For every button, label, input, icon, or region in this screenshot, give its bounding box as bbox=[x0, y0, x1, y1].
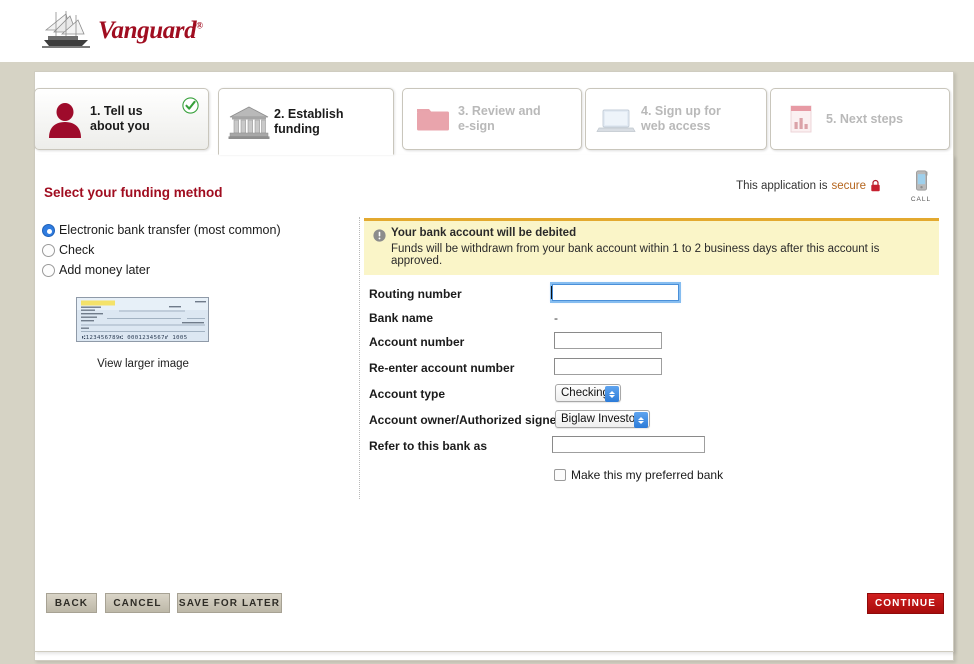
bank-name-value: - bbox=[554, 311, 558, 325]
cancel-button[interactable]: CANCEL bbox=[105, 593, 170, 613]
view-larger-image-link[interactable]: View larger image bbox=[68, 358, 218, 370]
radio-label: Check bbox=[59, 243, 95, 257]
bar-chart-document-icon bbox=[780, 98, 822, 140]
step-tab-label: 3. Review and e-sign bbox=[458, 104, 541, 134]
account-owner-label: Account owner/Authorized signer bbox=[369, 413, 562, 427]
radio-option-electronic-bank-transfer[interactable]: Electronic bank transfer (most common) bbox=[42, 220, 357, 240]
alert-title: Your bank account will be debited bbox=[391, 227, 577, 239]
chevron-updown-icon[interactable] bbox=[634, 412, 648, 428]
account-number-label: Account number bbox=[369, 335, 465, 349]
folder-icon bbox=[412, 98, 454, 140]
step-progress-tabs: 1. Tell us about you 2. Establish fundin… bbox=[34, 88, 954, 155]
step-tab-next-steps[interactable]: 5. Next steps bbox=[770, 88, 950, 150]
laptop-icon bbox=[595, 98, 637, 140]
refer-to-bank-as-input[interactable] bbox=[552, 436, 705, 453]
secure-notice-text: This application is bbox=[736, 179, 828, 192]
step-label-line2: web access bbox=[641, 119, 711, 133]
svg-text:⑆123456789⑆ 0001234567⑈ 1005: ⑆123456789⑆ 0001234567⑈ 1005 bbox=[82, 335, 187, 341]
chevron-updown-icon[interactable] bbox=[605, 386, 619, 402]
page-title: Select your funding method bbox=[44, 185, 223, 200]
step-tab-establish-funding[interactable]: 2. Establish funding bbox=[218, 88, 394, 155]
vanguard-logo[interactable]: Vanguard® bbox=[40, 10, 203, 52]
radio-label: Add money later bbox=[59, 263, 151, 277]
back-button[interactable]: BACK bbox=[46, 593, 97, 613]
step-label-line1: 4. Sign up for bbox=[641, 104, 721, 118]
preferred-bank-checkbox[interactable] bbox=[554, 469, 566, 481]
radio-option-check[interactable]: Check bbox=[42, 240, 357, 260]
exclamation-circle-icon bbox=[373, 229, 386, 242]
form-row-bank-name: Bank name - bbox=[369, 309, 944, 331]
save-for-later-button[interactable]: SAVE FOR LATER bbox=[177, 593, 282, 613]
step-tab-review-and-esign[interactable]: 3. Review and e-sign bbox=[402, 88, 582, 150]
account-type-label: Account type bbox=[369, 387, 446, 401]
routing-number-label: Routing number bbox=[369, 287, 462, 301]
bank-details-form-area: Your bank account will be debited Funds … bbox=[364, 218, 944, 482]
brand-name: Vanguard® bbox=[98, 17, 203, 44]
form-row-refer-to-bank-as: Refer to this bank as bbox=[369, 436, 944, 459]
column-divider bbox=[359, 217, 360, 499]
bank-name-label: Bank name bbox=[369, 311, 434, 325]
site-header: Vanguard® bbox=[0, 0, 974, 62]
radio-button[interactable] bbox=[42, 223, 55, 237]
step-label-line1: 2. Establish bbox=[274, 106, 344, 121]
step-tab-tell-us-about-you[interactable]: 1. Tell us about you bbox=[34, 88, 209, 150]
radio-button[interactable] bbox=[42, 263, 55, 277]
secure-link[interactable]: secure bbox=[831, 180, 866, 192]
form-row-account-type: Account type Checking bbox=[369, 384, 944, 407]
call-us-button[interactable]: CALL bbox=[906, 170, 936, 203]
step-label-line1: 3. Review and bbox=[458, 104, 541, 118]
mobile-phone-icon bbox=[915, 170, 927, 191]
text-cursor bbox=[551, 286, 552, 299]
account-owner-value: Biglaw Investor bbox=[561, 413, 639, 425]
radio-label: Electronic bank transfer (most common) bbox=[59, 223, 281, 237]
reenter-account-number-input[interactable] bbox=[554, 358, 662, 375]
step-tab-label: 4. Sign up for web access bbox=[641, 104, 721, 134]
step-label-line1: 1. Tell us bbox=[90, 104, 143, 118]
account-owner-select[interactable]: Biglaw Investor bbox=[555, 410, 650, 428]
registered-mark: ® bbox=[196, 20, 203, 31]
step-label-line2: funding bbox=[274, 121, 320, 136]
step-label-line2: about you bbox=[90, 119, 150, 133]
form-row-reenter-account-number: Re-enter account number bbox=[369, 358, 944, 381]
step-tab-sign-up-for-web-access[interactable]: 4. Sign up for web access bbox=[585, 88, 767, 150]
step-tab-label: 5. Next steps bbox=[826, 112, 903, 127]
refer-to-bank-as-label: Refer to this bank as bbox=[369, 439, 488, 453]
alert-body: Funds will be withdrawn from your bank a… bbox=[391, 243, 880, 267]
form-row-routing-number: Routing number bbox=[369, 282, 944, 307]
secure-notice: This application is secure bbox=[736, 179, 881, 192]
step-tab-label: 1. Tell us about you bbox=[90, 104, 150, 134]
sample-check-image[interactable]: ⑆123456789⑆ 0001234567⑈ 1005 bbox=[76, 297, 209, 342]
account-type-select[interactable]: Checking bbox=[555, 384, 621, 402]
step-label-line2: e-sign bbox=[458, 119, 495, 133]
preferred-bank-checkbox-row[interactable]: Make this my preferred bank bbox=[554, 468, 723, 482]
check-circle-icon bbox=[182, 97, 199, 114]
padlock-icon bbox=[871, 179, 880, 192]
person-icon bbox=[44, 98, 86, 140]
form-row-account-owner: Account owner/Authorized signer Biglaw I… bbox=[369, 410, 944, 433]
call-label: CALL bbox=[910, 196, 932, 203]
preferred-bank-label: Make this my preferred bank bbox=[571, 468, 724, 482]
step-tab-label: 2. Establish funding bbox=[274, 107, 343, 137]
reenter-account-number-label: Re-enter account number bbox=[369, 361, 515, 375]
form-footer: BACK CANCEL SAVE FOR LATER CONTINUE bbox=[35, 593, 955, 651]
radio-button[interactable] bbox=[42, 243, 55, 257]
account-type-value: Checking bbox=[561, 387, 609, 399]
radio-option-add-money-later[interactable]: Add money later bbox=[42, 260, 357, 280]
step-label-line1: 5. Next steps bbox=[826, 111, 904, 126]
bank-building-icon bbox=[228, 101, 270, 143]
debit-notice-alert: Your bank account will be debited Funds … bbox=[364, 218, 939, 275]
continue-button[interactable]: CONTINUE bbox=[867, 593, 944, 614]
funding-method-options: Electronic bank transfer (most common) C… bbox=[42, 220, 357, 370]
account-number-input[interactable] bbox=[554, 332, 662, 349]
form-row-account-number: Account number bbox=[369, 332, 944, 355]
sailing-ship-icon bbox=[42, 11, 90, 48]
routing-number-input[interactable] bbox=[550, 282, 681, 303]
funding-method-panel: Select your funding method This applicat… bbox=[34, 155, 954, 652]
